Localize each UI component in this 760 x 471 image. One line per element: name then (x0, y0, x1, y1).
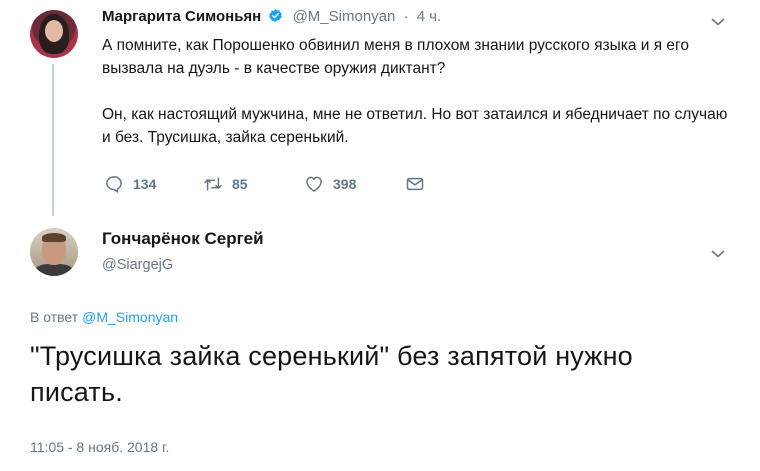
retweet-icon (204, 177, 222, 191)
like-button[interactable]: 398 (304, 174, 356, 194)
chevron-down-icon[interactable] (710, 246, 726, 262)
reply-count: 134 (133, 176, 157, 192)
reply-context: В ответ @M_Simonyan (30, 309, 178, 325)
like-count: 398 (333, 176, 357, 192)
main-author-handle[interactable]: @SiargejG (102, 257, 173, 273)
parent-author-handle[interactable]: @M_Simonyan (293, 8, 396, 25)
main-tweet-timestamp[interactable]: 11:05 - 8 нояб. 2018 г. (30, 439, 169, 455)
parent-author-avatar[interactable] (30, 10, 78, 58)
reply-icon (106, 176, 122, 193)
main-author-name[interactable]: Гончарёнок Сергей (102, 229, 264, 249)
verified-badge-icon (269, 8, 283, 23)
parent-tweet-time[interactable]: 4 ч. (417, 8, 442, 25)
main-author-avatar[interactable] (30, 228, 78, 276)
thread-connector-line (52, 64, 54, 216)
chevron-down-icon[interactable] (710, 14, 726, 30)
header-separator: · (403, 8, 409, 25)
reply-prefix: В ответ (30, 309, 79, 325)
parent-tweet-paragraph: А помните, как Порошенко обвинил меня в … (102, 37, 689, 77)
parent-tweet-text: А помните, как Порошенко обвинил меня в … (102, 34, 737, 149)
avatar-shirt (34, 264, 74, 276)
parent-tweet-paragraph: Он, как настоящий мужчина, мне не ответи… (102, 106, 728, 146)
main-tweet-text: "Трусишка зайка серенький" без запятой н… (30, 341, 633, 407)
reply-button[interactable]: 134 (104, 174, 156, 194)
direct-message-icon (406, 177, 424, 191)
like-icon (306, 176, 322, 192)
reply-to-link[interactable]: @M_Simonyan (82, 309, 178, 325)
retweet-button[interactable]: 85 (203, 174, 248, 194)
retweet-count: 85 (232, 176, 248, 192)
parent-tweet-header: Маргарита Симоньян @M_Simonyan · 4 ч. (102, 8, 441, 25)
avatar-hair (42, 233, 66, 242)
direct-message-button[interactable] (405, 174, 434, 194)
parent-author-name[interactable]: Маргарита Симоньян (102, 8, 261, 25)
avatar-face (45, 20, 63, 42)
